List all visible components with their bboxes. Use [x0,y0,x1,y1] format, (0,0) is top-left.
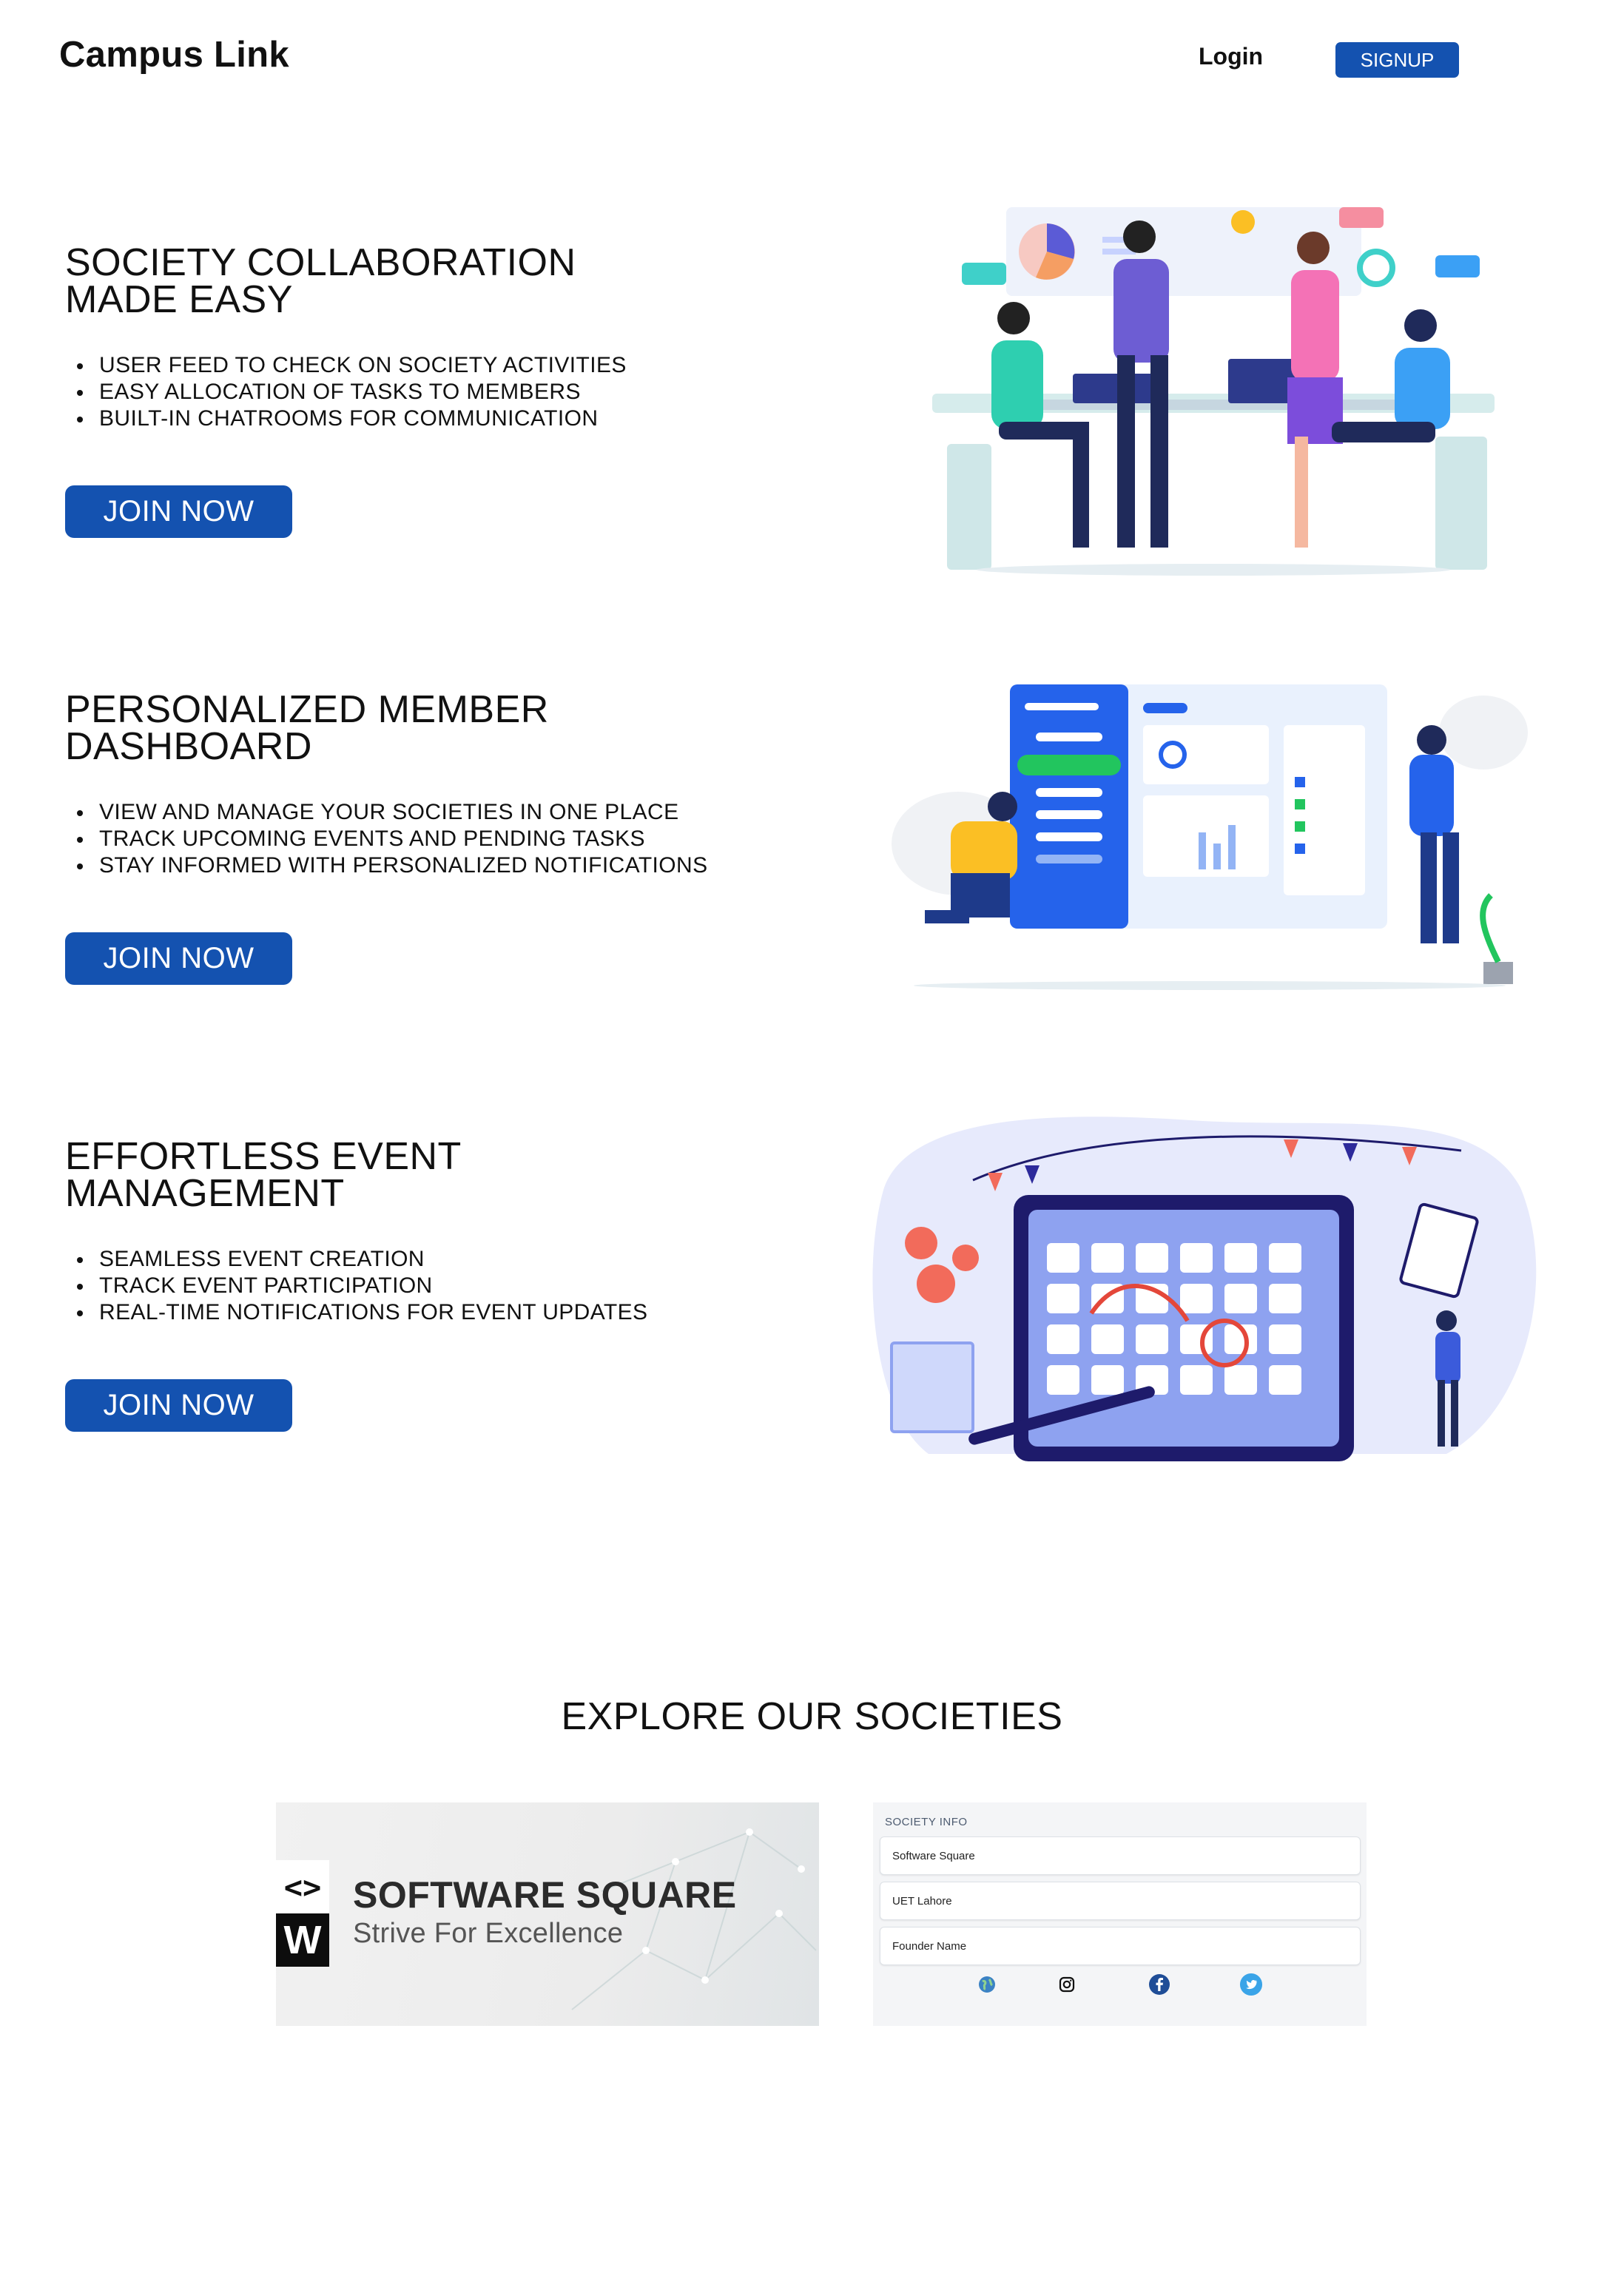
brand-logo[interactable]: Campus Link [59,34,289,75]
society-info-card: SOCIETY INFO Software Square UET Lahore … [873,1802,1367,2026]
twitter-icon[interactable] [1239,1973,1263,1996]
feature-list-item: SEAMLESS EVENT CREATION [65,1246,805,1273]
society-banner-name: SOFTWARE SQUARE [353,1874,737,1916]
society-university-field[interactable]: UET Lahore [880,1882,1361,1920]
feature-list: USER FEED TO CHECK ON SOCIETY ACTIVITIES… [65,352,805,432]
society-name-field[interactable]: Software Square [880,1836,1361,1875]
team-collaboration-illustration [932,207,1495,576]
explore-title: EXPLORE OUR SOCIETIES [561,1695,1063,1738]
feature-list: SEAMLESS EVENT CREATION TRACK EVENT PART… [65,1246,805,1326]
instagram-icon[interactable] [1055,1973,1079,1996]
society-founder-field[interactable]: Founder Name [880,1927,1361,1965]
feature-list-item: TRACK UPCOMING EVENTS AND PENDING TASKS [65,826,805,852]
feature-list-item: TRACK EVENT PARTICIPATION [65,1273,805,1299]
feature-title: EFFORTLESS EVENT MANAGEMENT [65,1135,461,1215]
feature-list-item: BUILT-IN CHATROOMS FOR COMMUNICATION [65,405,805,432]
feature-list-item: REAL-TIME NOTIFICATIONS FOR EVENT UPDATE… [65,1299,805,1326]
signup-button[interactable]: SIGNUP [1335,42,1459,78]
feature-list-item: USER FEED TO CHECK ON SOCIETY ACTIVITIES [65,352,805,379]
feature-list-item: STAY INFORMED WITH PERSONALIZED NOTIFICA… [65,852,805,879]
dashboard-illustration [892,684,1528,990]
w-logo-icon: W [276,1913,329,1967]
event-calendar-illustration [872,1117,1537,1461]
join-now-button[interactable]: JOIN NOW [65,1379,292,1432]
facebook-icon[interactable] [1148,1973,1171,1996]
globe-icon[interactable] [975,1973,999,1996]
feature-events: EFFORTLESS EVENT MANAGEMENT SEAMLESS EVE… [65,1135,805,1432]
join-now-button[interactable]: JOIN NOW [65,932,292,985]
feature-list-item: EASY ALLOCATION OF TASKS TO MEMBERS [65,379,805,405]
feature-title: PERSONALIZED MEMBER DASHBOARD [65,688,549,768]
society-banner-tagline: Strive For Excellence [353,1918,624,1949]
society-banner-card[interactable]: <> W SOFTWARE SQUARE Strive For Excellen… [276,1802,819,2026]
society-info-heading: SOCIETY INFO [885,1816,968,1828]
feature-list-item: VIEW AND MANAGE YOUR SOCIETIES IN ONE PL… [65,799,805,826]
feature-title: SOCIETY COLLABORATION MADE EASY [65,241,576,321]
feature-list: VIEW AND MANAGE YOUR SOCIETIES IN ONE PL… [65,799,805,879]
feature-collaboration: SOCIETY COLLABORATION MADE EASY USER FEE… [65,241,805,538]
code-logo-icon: <> [276,1860,329,1913]
join-now-button[interactable]: JOIN NOW [65,485,292,538]
feature-dashboard: PERSONALIZED MEMBER DASHBOARD VIEW AND M… [65,688,805,985]
login-link[interactable]: Login [1199,43,1263,70]
